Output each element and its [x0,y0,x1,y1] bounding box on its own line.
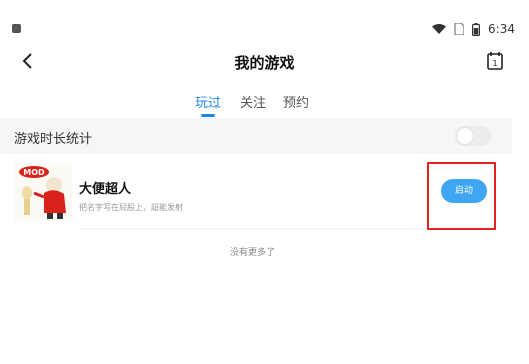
playtime-stats-label: 游戏时长统计 [14,132,93,147]
svg-text:1: 1 [492,59,497,68]
battery-icon [472,22,481,36]
status-time: 6:34 [488,22,515,36]
wifi-icon [432,24,447,34]
status-bar: 6:34 [0,0,529,36]
sim-icon [454,23,465,35]
launch-button[interactable]: 启动 [441,179,487,203]
tab-played[interactable]: 玩过 [195,92,221,111]
tab-active-indicator [201,114,215,117]
tab-reserved[interactable]: 预约 [283,92,309,111]
app-notification-icon [12,24,21,33]
calendar-icon[interactable]: 1 [485,50,505,72]
status-icons: 6:34 [432,22,515,36]
tab-followed[interactable]: 关注 [240,92,266,111]
app-bar: 我的游戏 1 [0,40,529,84]
toggle-knob [457,128,473,144]
game-thumbnail: MOD [14,163,72,221]
game-name: 大便超人 [79,182,132,197]
playtime-stats-row: 游戏时长统计 [0,118,512,154]
tab-bar: 玩过 关注 预约 [0,92,529,120]
playtime-stats-toggle[interactable] [455,126,491,146]
mod-badge: MOD [23,168,45,177]
page-title: 我的游戏 [234,54,295,72]
no-more-text: 没有更多了 [229,248,275,258]
game-description: 把名字写在屁股上，超能发射 [79,203,183,212]
